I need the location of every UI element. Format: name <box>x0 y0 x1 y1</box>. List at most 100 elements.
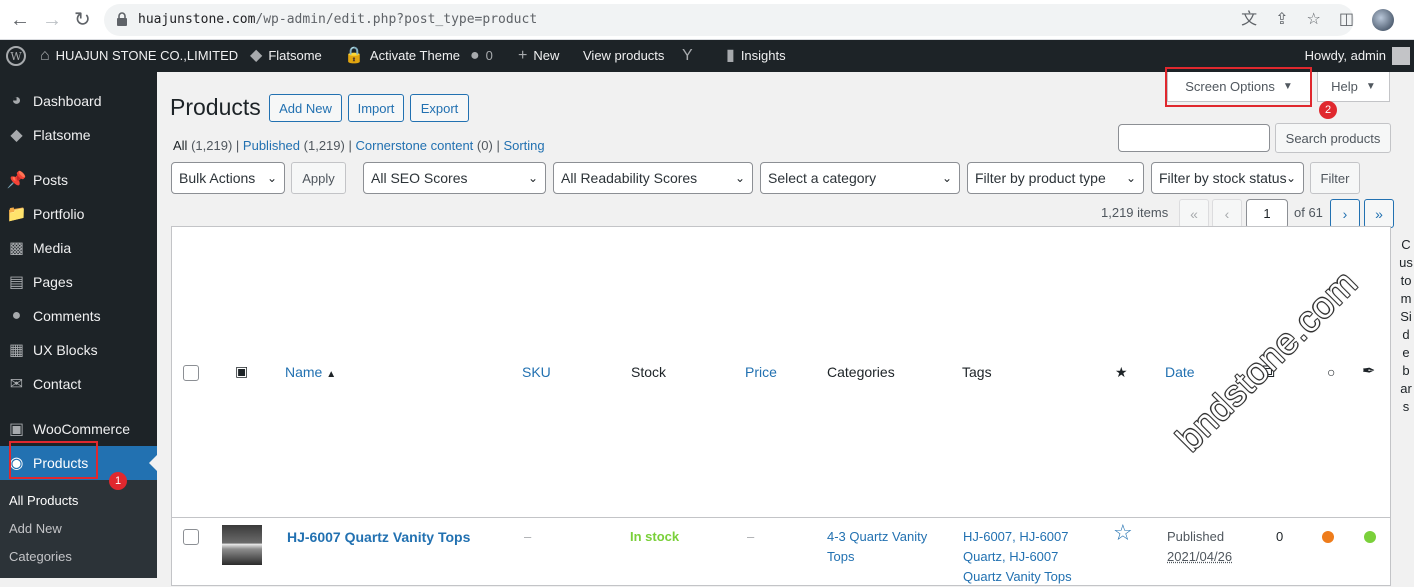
reload-icon[interactable]: ↻ <box>74 8 91 32</box>
total-pages: of 61 <box>1294 205 1323 220</box>
featured-star-icon[interactable]: ☆ <box>1113 522 1133 544</box>
chevron-down-icon: ⌄ <box>734 171 745 185</box>
column-date[interactable]: Date <box>1165 364 1195 380</box>
prev-page-button[interactable]: ‹ <box>1212 199 1242 228</box>
row-checkbox[interactable] <box>183 529 199 545</box>
column-tags: Tags <box>962 364 992 380</box>
admin-sidebar: ◕ Dashboard ◆ Flatsome 📌 Posts 📁 Portfolio ▩… <box>0 72 157 578</box>
chevron-down-icon: ⌄ <box>1125 171 1136 185</box>
product-tags[interactable]: HJ-6007, HJ-6007 Quartz, HJ-6007 Quartz Va… <box>963 527 1072 587</box>
search-products-button[interactable]: Search products <box>1275 123 1391 153</box>
menu-pages[interactable]: ▤ Pages <box>0 265 157 299</box>
seo-column-icon: ○ <box>1327 364 1336 380</box>
menu-contact[interactable]: ✉ Contact <box>0 367 157 401</box>
menu-posts[interactable]: 📌 Posts <box>0 163 157 197</box>
category-select[interactable]: Select a category ⌄ <box>760 162 960 194</box>
flatsome-link[interactable]: ◆ Flatsome <box>250 40 322 72</box>
view-sorting[interactable]: Sorting <box>503 138 544 153</box>
product-sku: – <box>524 529 532 544</box>
address-bar[interactable]: huajunstone.com/wp-admin/edit.php?post_t… <box>104 4 1354 36</box>
insights-link[interactable]: ▮ Insights <box>726 40 786 72</box>
menu-media[interactable]: ▩ Media <box>0 231 157 265</box>
bookmark-star-icon[interactable]: ☆ <box>1307 9 1321 31</box>
bar-chart-icon: ▮ <box>726 47 735 64</box>
forward-icon[interactable]: → <box>42 8 62 32</box>
search-input[interactable] <box>1118 124 1270 152</box>
back-icon[interactable]: ← <box>10 8 30 32</box>
bulk-actions-select[interactable]: Bulk Actions ⌄ <box>171 162 285 194</box>
readability-column-icon: ✒ <box>1362 363 1376 380</box>
menu-comments[interactable]: ● Comments <box>0 299 157 333</box>
grid-icon: ▦ <box>8 342 25 359</box>
featured-star-column-icon[interactable]: ★ <box>1115 364 1128 381</box>
seo-scores-select[interactable]: All SEO Scores ⌄ <box>363 162 546 194</box>
admin-avatar[interactable] <box>1392 47 1410 65</box>
annotation-box-screen-options <box>1165 67 1312 107</box>
filter-button[interactable]: Filter <box>1310 162 1360 194</box>
chevron-down-icon: ⌄ <box>527 171 538 185</box>
export-button[interactable]: Export <box>410 94 469 122</box>
home-icon: ⌂ <box>40 47 50 64</box>
menu-flatsome[interactable]: ◆ Flatsome <box>0 118 157 152</box>
first-page-button[interactable]: « <box>1179 199 1209 228</box>
pagination: 1,219 items « ‹ 1 of 61 › » <box>1101 199 1394 229</box>
apply-button[interactable]: Apply <box>291 162 346 194</box>
view-cornerstone[interactable]: Cornerstone content <box>356 138 474 153</box>
column-stock: Stock <box>631 364 667 380</box>
chevron-down-icon: ⌄ <box>1285 171 1296 185</box>
last-page-button[interactable]: » <box>1364 199 1394 228</box>
column-price[interactable]: Price <box>745 364 777 380</box>
new-content-link[interactable]: + New <box>518 40 559 72</box>
post-status-views: All (1,219) | Published (1,219) | Corner… <box>173 138 545 153</box>
sidepanel-icon[interactable]: ◫ <box>1339 9 1354 31</box>
column-sku[interactable]: SKU <box>522 364 551 380</box>
svg-text:W: W <box>10 50 22 63</box>
submenu-add-new[interactable]: Add New <box>9 521 62 536</box>
yoast-icon[interactable]: Y <box>682 40 693 72</box>
flatsome-icon: ◆ <box>10 127 23 144</box>
chevron-down-icon: ⌄ <box>266 171 277 185</box>
add-new-button[interactable]: Add New <box>269 94 342 122</box>
chevron-down-icon: ⌄ <box>941 171 952 185</box>
profile-avatar[interactable] <box>1372 9 1394 31</box>
menu-ux-blocks[interactable]: ▦ UX Blocks <box>0 333 157 367</box>
sort-asc-icon: ▲ <box>326 369 337 380</box>
comments-link[interactable]: ● 0 <box>470 40 493 72</box>
page-icon: ▤ <box>8 274 25 291</box>
stock-status-select[interactable]: Filter by stock status ⌄ <box>1151 162 1304 194</box>
pin-icon: 📌 <box>6 172 27 189</box>
help-button[interactable]: Help ▼ <box>1317 72 1390 102</box>
mail-icon: ✉ <box>9 376 24 393</box>
column-categories: Categories <box>827 364 895 380</box>
menu-portfolio[interactable]: 📁 Portfolio <box>0 197 157 231</box>
product-type-select[interactable]: Filter by product type ⌄ <box>967 162 1144 194</box>
product-thumbnail[interactable] <box>222 525 262 565</box>
import-button[interactable]: Import <box>348 94 404 122</box>
view-all[interactable]: All <box>173 138 187 153</box>
view-products-link[interactable]: View products <box>583 40 664 72</box>
my-account-link[interactable]: Howdy, admin <box>1305 40 1386 72</box>
site-name-link[interactable]: ⌂ HUAJUN STONE CO.,LIMITED <box>40 40 238 72</box>
select-all-checkbox[interactable] <box>183 365 199 381</box>
wordpress-logo-icon[interactable]: W <box>6 40 26 72</box>
submenu-categories[interactable]: Categories <box>9 549 72 564</box>
column-name[interactable]: Name ▲ <box>285 364 336 380</box>
annotation-badge-1: 1 <box>109 472 127 490</box>
product-price: – <box>747 529 755 544</box>
submenu-all-products[interactable]: All Products <box>9 493 78 508</box>
menu-dashboard[interactable]: ◕ Dashboard <box>0 84 157 118</box>
product-date: Published 2021/04/26 <box>1167 529 1233 564</box>
view-published[interactable]: Published <box>243 138 300 153</box>
translate-icon[interactable]: 文 <box>1241 9 1257 31</box>
product-category-link[interactable]: 4-3 Quartz Vanity Tops <box>827 527 927 567</box>
folder-icon: 📁 <box>6 206 27 223</box>
next-page-button[interactable]: › <box>1330 199 1360 228</box>
product-name-link[interactable]: HJ-6007 Quartz Vanity Tops <box>287 527 470 547</box>
activate-theme-link[interactable]: 🔒 Activate Theme <box>344 40 460 72</box>
items-count: 1,219 items <box>1101 205 1169 220</box>
readability-select[interactable]: All Readability Scores ⌄ <box>553 162 753 194</box>
current-page-input[interactable]: 1 <box>1246 199 1288 229</box>
readability-score-dot <box>1364 531 1376 543</box>
media-icon: ▩ <box>8 240 25 257</box>
share-icon[interactable]: ⇪ <box>1275 9 1288 31</box>
